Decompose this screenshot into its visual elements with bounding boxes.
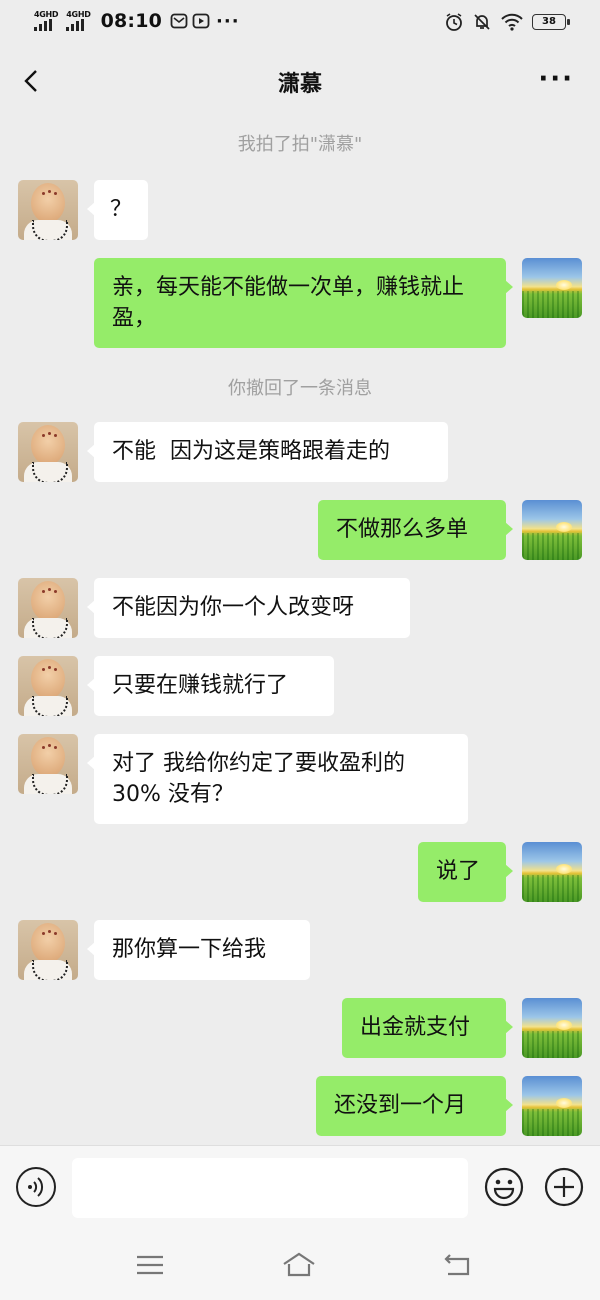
wifi-icon	[501, 13, 523, 31]
my-avatar[interactable]	[522, 998, 582, 1058]
status-time: 08:10	[100, 10, 163, 32]
message-bubble[interactable]: 那你算一下给我	[87, 920, 310, 980]
alarm-icon	[446, 13, 462, 31]
message-bubble[interactable]: 不能因为你一个人改变呀	[87, 578, 410, 638]
chat-title: 潇慕	[277, 72, 322, 97]
input-bar	[0, 1145, 600, 1231]
menu-icon[interactable]	[133, 1250, 167, 1280]
contact-avatar[interactable]	[18, 920, 78, 980]
message-bubble[interactable]: 说了	[418, 842, 513, 902]
message-bubble[interactable]: 不能 因为这是策略跟着走的	[87, 422, 448, 482]
more-options-button[interactable]: ···	[538, 66, 574, 92]
signal-icon-1: 4GHD	[34, 10, 59, 31]
mute-bell-icon	[474, 14, 490, 30]
message-bubble[interactable]: ？	[87, 180, 148, 240]
home-icon[interactable]	[282, 1250, 316, 1280]
my-avatar[interactable]	[522, 1076, 582, 1136]
contact-avatar[interactable]	[18, 422, 78, 482]
chat-header: 潇慕 ···	[0, 46, 600, 118]
contact-avatar[interactable]	[18, 180, 78, 240]
my-avatar[interactable]	[522, 842, 582, 902]
signal-icon-2: 4GHD	[66, 10, 91, 31]
system-message-recall: 你撤回了一条消息	[228, 378, 372, 399]
message-bubble[interactable]: 只要在赚钱就行了	[87, 656, 334, 716]
message-bubble[interactable]: 对了 我给你约定了要收盈利的30% 没有？	[87, 734, 468, 824]
contact-avatar[interactable]	[18, 656, 78, 716]
system-navigation-bar	[0, 1230, 600, 1300]
emoji-icon[interactable]	[484, 1167, 524, 1207]
status-bar: 4GHD 4GHD 08:10 ··· 38	[0, 0, 600, 46]
system-message-pat: 我拍了拍"潇慕"	[237, 134, 363, 155]
message-input[interactable]	[72, 1158, 468, 1218]
battery-level: 38	[542, 16, 556, 27]
network-type-2: 4GHD	[66, 10, 91, 19]
video-app-icon	[192, 13, 210, 29]
plus-icon[interactable]	[544, 1167, 584, 1207]
voice-icon[interactable]	[16, 1167, 56, 1207]
battery-icon: 38	[532, 14, 570, 30]
message-list[interactable]: 我拍了拍"潇慕" ？ 亲，每天能不能做一次单，赚钱就止盈， 你撤回了一条消息 不…	[0, 118, 600, 1145]
more-notifications-icon: ···	[216, 10, 240, 32]
network-type-1: 4GHD	[34, 10, 59, 19]
message-bubble[interactable]: 不做那么多单	[318, 500, 513, 560]
my-avatar[interactable]	[522, 500, 582, 560]
my-avatar[interactable]	[522, 258, 582, 318]
contact-avatar[interactable]	[18, 578, 78, 638]
message-icon	[170, 13, 188, 29]
back-icon[interactable]	[440, 1250, 474, 1280]
contact-avatar[interactable]	[18, 734, 78, 794]
message-bubble[interactable]: 亲，每天能不能做一次单，赚钱就止盈，	[94, 258, 513, 348]
message-bubble[interactable]: 出金就支付	[342, 998, 513, 1058]
message-bubble[interactable]: 还没到一个月	[316, 1076, 513, 1136]
